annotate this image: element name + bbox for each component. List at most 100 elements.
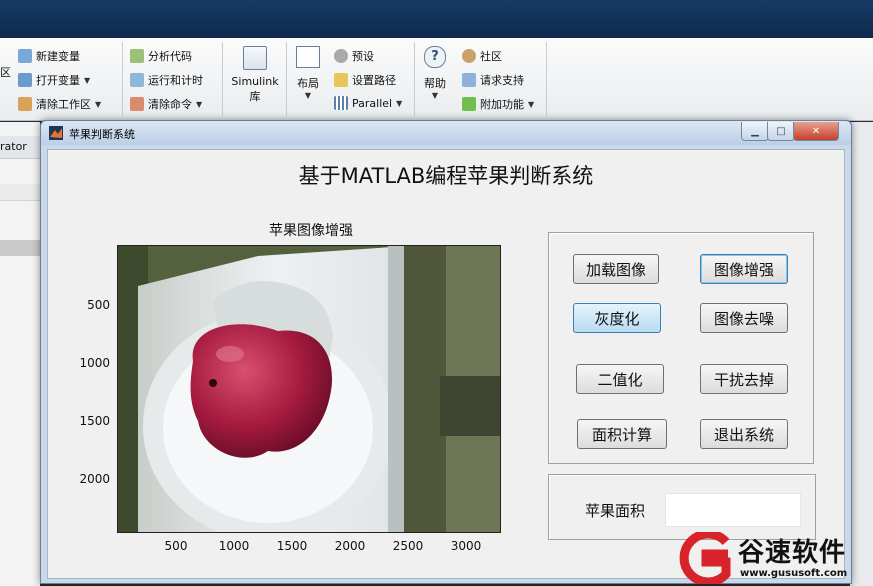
close-button[interactable]: ✕ [793,122,839,141]
run-and-time-button[interactable]: 运行和计时 [130,72,203,88]
clear-commands-button[interactable]: 清除命令 ▼ [130,96,202,112]
chevron-down-icon: ▼ [528,99,535,109]
current-folder-bar: rator [0,136,40,159]
parallel-label: Parallel [352,96,393,110]
set-path-button[interactable]: 设置路径 [334,72,396,88]
simulink-icon [243,46,267,70]
folder-icon [334,73,348,87]
x-tick-label: 1000 [218,539,250,553]
chevron-down-icon: ▼ [196,99,203,109]
add-ons-label: 附加功能 [480,98,524,111]
request-support-button[interactable]: 请求支持 [462,72,524,88]
new-variable-button[interactable]: 新建变量 [18,48,80,64]
exit-system-button[interactable]: 退出系统 [700,419,788,449]
help-label: 帮助 [424,77,446,90]
x-tick-label: 3000 [450,539,482,553]
x-tick-label: 1500 [276,539,308,553]
clear-commands-label: 清除命令 [148,98,192,111]
y-tick-label: 1500 [79,414,110,428]
folder-header [0,184,40,201]
apple-area-field[interactable] [665,493,801,527]
watermark: 谷速软件 www.gususoft.com [676,530,873,586]
clear-commands-icon [130,97,144,111]
window-title: 苹果判断系统 [69,128,135,141]
compute-area-button[interactable]: 面积计算 [577,419,667,449]
analyze-code-button[interactable]: 分析代码 [130,48,192,64]
chevron-down-icon: ▼ [396,98,403,108]
set-path-label: 设置路径 [352,74,396,87]
layout-label: 布局 [297,77,319,90]
help-icon: ? [424,46,446,68]
clear-workspace-button[interactable]: 清除工作区 ▼ [18,96,101,112]
community-button[interactable]: 社区 [462,48,502,64]
y-tick-label: 1000 [79,356,110,370]
open-variable-button[interactable]: 打开变量 ▼ [18,72,90,88]
remove-interference-button[interactable]: 干扰去掉 [700,364,788,394]
chevron-down-icon: ▼ [84,75,91,85]
gear-icon [334,49,348,63]
stopwatch-icon [130,73,144,87]
analyze-code-label: 分析代码 [148,50,192,63]
y-tick-label: 500 [87,298,110,312]
chevron-down-icon: ▼ [304,91,312,100]
matlab-logo-icon [49,126,63,140]
ribbon-divider [286,42,287,116]
help-button[interactable]: ? 帮助 ▼ [418,46,452,100]
x-tick-label: 2500 [392,539,424,553]
gususoft-logo-icon [679,532,731,584]
ribbon-divider [222,42,223,116]
load-image-button[interactable]: 加载图像 [573,254,659,284]
clear-workspace-icon [18,97,32,111]
add-ons-button[interactable]: 附加功能 ▼ [462,96,534,112]
analyze-code-icon [130,49,144,63]
browser-cut-label: rator [0,140,27,153]
grayscale-button[interactable]: 灰度化 [573,303,661,333]
matlab-right-panel [850,122,873,586]
matlab-left-panel: rator [0,122,40,586]
matlab-ribbon: 区 新建变量 打开变量 ▼ 清除工作区 ▼ 分析代码 运行和计时 清除命令 ▼ … [0,38,873,121]
new-variable-icon [18,49,32,63]
community-icon [462,49,476,63]
run-and-time-label: 运行和计时 [148,74,203,87]
chevron-down-icon: ▼ [95,99,102,109]
preferences-button[interactable]: 预设 [334,48,374,64]
minimize-button[interactable]: ▁ [741,122,769,141]
y-tick-label: 2000 [79,472,110,486]
add-ons-icon [462,97,476,111]
watermark-url: www.gususoft.com [740,568,848,579]
simulink-label: Simulink [231,75,279,88]
ribbon-divider [414,42,415,116]
support-icon [462,73,476,87]
layout-button[interactable]: 布局 ▼ [290,46,326,100]
denoise-image-button[interactable]: 图像去噪 [700,303,788,333]
window-title-bar[interactable]: 苹果判断系统 ▁ □ ✕ [41,121,851,145]
chevron-down-icon: ▼ [431,91,439,100]
preferences-label: 预设 [352,50,374,63]
request-support-label: 请求支持 [480,74,524,87]
parallel-button[interactable]: Parallel ▼ [334,96,402,110]
axes-title: 苹果图像增强 [269,223,353,239]
ribbon-divider [122,42,123,116]
operations-panel: 加载图像 图像增强 灰度化 图像去噪 二值化 干扰去掉 面积计算 退出系统 [548,232,814,464]
apple-judgment-window: 苹果判断系统 ▁ □ ✕ 基于MATLAB编程苹果判断系统 苹果图像增强 500… [40,120,852,584]
simulink-library-label: 库 [249,90,261,103]
x-tick-label: 2000 [334,539,366,553]
figure-client-area: 基于MATLAB编程苹果判断系统 苹果图像增强 500 1000 1500 20… [47,149,845,579]
ribbon-divider [546,42,547,116]
parallel-icon [334,96,348,110]
open-variable-icon [18,73,32,87]
x-tick-label: 500 [164,539,188,553]
new-variable-label: 新建变量 [36,50,80,63]
binarize-button[interactable]: 二值化 [576,364,664,394]
enhance-image-button[interactable]: 图像增强 [700,254,788,284]
page-title: 基于MATLAB编程苹果判断系统 [298,164,594,188]
matlab-title-bar [0,0,873,38]
maximize-button[interactable]: □ [767,122,795,141]
apple-area-label: 苹果面积 [585,502,646,520]
image-axes[interactable] [117,245,501,533]
layout-icon [296,46,320,68]
apple-photo [118,246,500,532]
simulink-library-button[interactable]: Simulink 库 [226,46,284,104]
community-label: 社区 [480,50,502,63]
clear-workspace-cut-label: 区 [0,66,11,79]
